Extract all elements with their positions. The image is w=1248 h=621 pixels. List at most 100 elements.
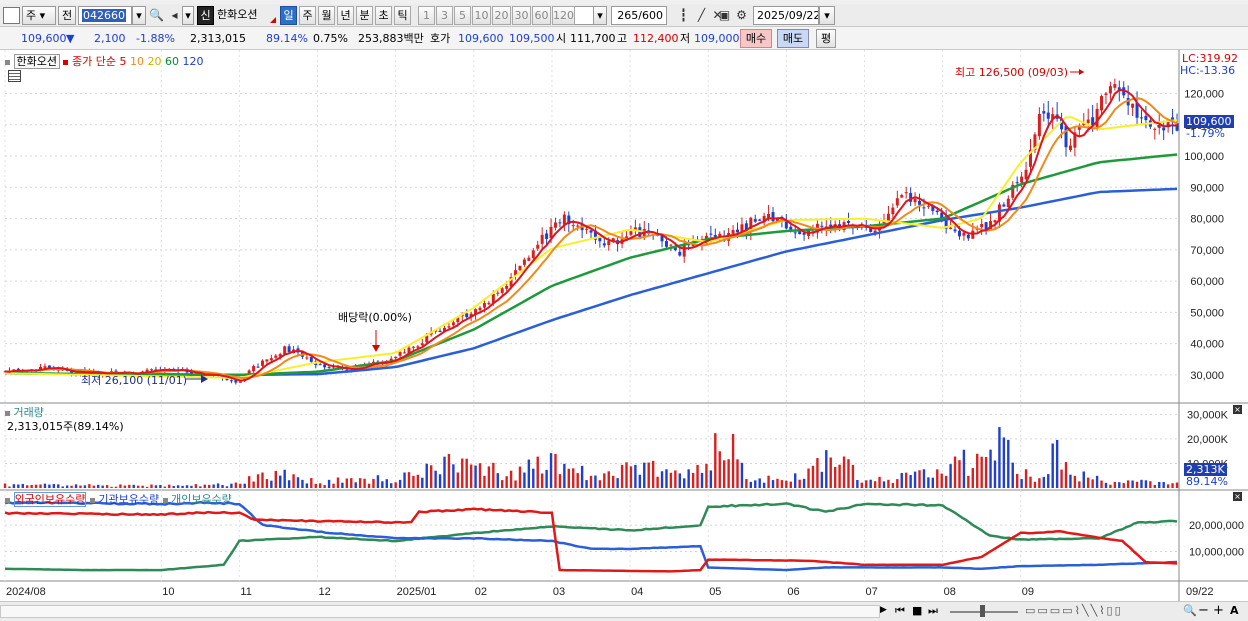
candle-body <box>327 367 331 369</box>
interval-button-1[interactable]: 3 <box>436 6 453 25</box>
period-button-1[interactable]: 주 <box>299 6 316 25</box>
candle-body <box>953 229 957 232</box>
candle-body <box>993 220 997 223</box>
volume-bar <box>722 460 726 488</box>
volume-bar <box>465 458 468 488</box>
legend-ma10[interactable]: 10 <box>130 55 144 68</box>
legend-ma120[interactable]: 120 <box>182 55 203 68</box>
volume-bar <box>190 485 193 488</box>
candle-body <box>935 210 939 213</box>
zoom-search-icon[interactable]: 🔍 <box>1183 604 1197 617</box>
volume-bar <box>665 469 668 488</box>
candle-type-icon[interactable]: ┇ <box>675 7 692 24</box>
volume-bar <box>896 479 899 488</box>
volume-bar <box>141 485 144 488</box>
volume-bar <box>168 484 171 488</box>
period-button-2[interactable]: 월 <box>318 6 335 25</box>
interval-button-4[interactable]: 20 <box>492 6 511 25</box>
interval-button-2[interactable]: 5 <box>454 6 471 25</box>
settings-gear-icon[interactable]: ⚙ <box>733 7 750 24</box>
zoom-plus-icon[interactable]: + <box>1213 603 1224 618</box>
volume-pane-close-icon[interactable]: × <box>1233 405 1242 414</box>
volume-bar <box>576 473 579 488</box>
zoom-minus-icon[interactable]: − <box>1198 603 1209 618</box>
speaker-dropdown[interactable]: ▾ <box>182 6 194 25</box>
candle-body <box>451 322 455 326</box>
candle-body <box>633 227 637 230</box>
candle-body <box>891 207 895 215</box>
grid-table-icon[interactable] <box>8 70 21 82</box>
candle-body <box>318 364 322 366</box>
period-button-6[interactable]: 틱 <box>394 6 411 25</box>
legend-foreign[interactable]: 외국인보유수량 <box>13 492 87 507</box>
interval-button-7[interactable]: 120 <box>552 6 575 25</box>
scroll-track[interactable] <box>0 605 880 618</box>
type-select[interactable]: 주 ▾ <box>22 6 56 25</box>
interval-button-3[interactable]: 10 <box>472 6 491 25</box>
candle-body <box>238 381 242 383</box>
volume-bar <box>176 485 180 488</box>
interval-button-6[interactable]: 60 <box>532 6 551 25</box>
volume-value: 2,313,015 <box>190 32 246 45</box>
stock-name-field[interactable]: 한화오션 <box>214 6 276 25</box>
buy-button[interactable]: 매수 <box>740 29 772 48</box>
line-tool-icon[interactable]: ╱ <box>693 7 710 24</box>
layout-icon[interactable] <box>3 7 20 24</box>
candle-body <box>420 343 424 346</box>
volume-bar <box>163 486 167 488</box>
volume-bar <box>381 481 384 488</box>
toolbar-quote: 109,600 ▼ 2,100 -1.88% 2,313,015 89.14% … <box>0 27 1248 50</box>
volume-bar <box>336 477 340 488</box>
x-tick-label: 2025/01 <box>397 586 437 598</box>
date-input[interactable]: 2025/09/22 <box>753 6 819 25</box>
stop-icon[interactable]: ■ <box>912 604 922 617</box>
legend-stock-name[interactable]: 한화오션 <box>13 54 60 69</box>
volume-bar <box>865 480 868 488</box>
stock-chart[interactable]: 30,000 40,000 50,000 60,000 70,000 80,000 90,0… <box>0 50 1248 621</box>
legend-ma60[interactable]: 60 <box>165 55 179 68</box>
volume-bar <box>1020 479 1023 488</box>
period-button-3[interactable]: 년 <box>337 6 354 25</box>
volume-bar <box>496 473 499 488</box>
prev-button[interactable]: 전 <box>58 6 76 25</box>
price-value: 109,600 <box>21 32 67 45</box>
legend-ma20[interactable]: 20 <box>147 55 161 68</box>
code-dropdown-button[interactable]: ▾ <box>132 6 146 25</box>
dividend-annotation: 배당락(0.00%) <box>338 311 412 324</box>
stock-code-input[interactable]: 042660 <box>78 6 132 25</box>
volume-bar <box>984 457 988 488</box>
volume-bar <box>989 449 992 488</box>
volume-bar <box>1069 474 1072 488</box>
volume-bar <box>816 458 819 488</box>
legend-series-label[interactable]: 종가 단순 <box>72 55 116 68</box>
period-button-4[interactable]: 분 <box>356 6 373 25</box>
holding-pane-close-icon[interactable]: × <box>1233 492 1242 501</box>
scroll-right-arrow-icon[interactable]: ▶ <box>880 605 887 615</box>
save-icon[interactable]: ▣ <box>716 7 733 24</box>
volume-bar <box>34 484 38 488</box>
tool-icons[interactable]: ▭▭▭▭⌇╲╲⌇▯▯ <box>1025 604 1123 617</box>
eval-button[interactable]: 평 <box>816 29 836 48</box>
interval-button-0[interactable]: 1 <box>418 6 435 25</box>
period-button-0[interactable]: 일 <box>280 6 297 25</box>
zoom-last-icon[interactable]: ⏭ <box>928 604 938 618</box>
bottom-scrollbar[interactable]: ▶ ⏮ ■ ⏭ ▭▭▭▭⌇╲╲⌇▯▯ 🔍 − + A <box>0 601 1248 621</box>
period-button-5[interactable]: 초 <box>375 6 392 25</box>
data-count-input[interactable]: 265/600 <box>611 6 667 25</box>
zoom-slider-handle[interactable] <box>980 605 985 617</box>
interval-button-5[interactable]: 30 <box>512 6 531 25</box>
zoom-first-icon[interactable]: ⏮ <box>895 604 905 618</box>
volume-bar <box>1078 481 1081 488</box>
legend-institution[interactable]: 기관보유수량 <box>98 493 159 506</box>
legend-individual[interactable]: 개인보유수량 <box>171 493 232 506</box>
date-picker-button[interactable]: ▾ <box>819 6 835 25</box>
volume-bar <box>563 463 566 488</box>
x-tick-label: 07 <box>865 586 877 598</box>
sell-button[interactable]: 매도 <box>777 29 809 48</box>
speaker-icon[interactable]: ◂ <box>166 7 183 24</box>
font-size-icon[interactable]: A <box>1230 604 1239 617</box>
volume-bar <box>1007 439 1010 488</box>
legend-ma5[interactable]: 5 <box>119 55 126 68</box>
interval-custom-dropdown[interactable]: ▾ <box>593 6 607 25</box>
search-icon[interactable]: 🔍 <box>148 7 165 24</box>
